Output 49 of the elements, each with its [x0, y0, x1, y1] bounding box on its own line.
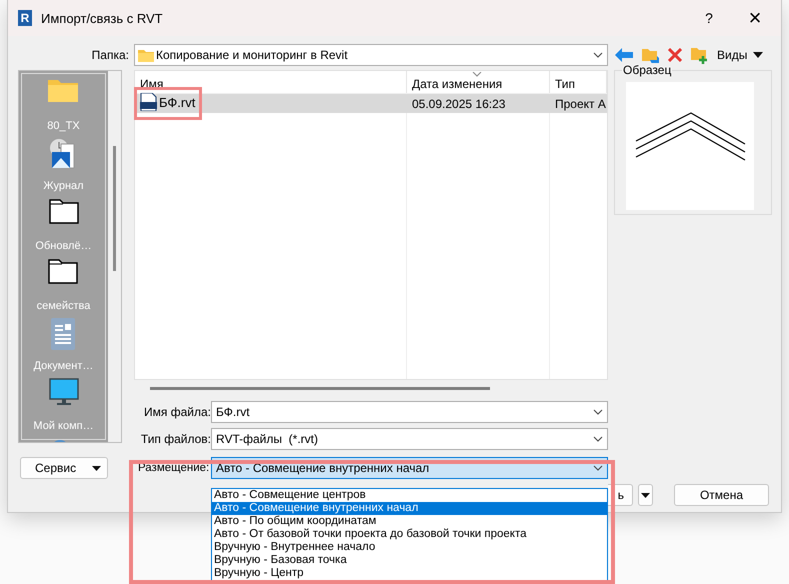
dropdown-option[interactable]: Авто - По общим координатам: [212, 515, 607, 528]
file-row[interactable]: БФ.rvt 05.09.2025 16:23 Проект А: [135, 94, 607, 113]
back-arrow-icon[interactable]: [615, 48, 633, 62]
file-icon: [140, 93, 157, 111]
chevron-down-icon: [593, 409, 603, 415]
file-name-field[interactable]: БФ.rvt: [211, 401, 608, 423]
caret-icon[interactable]: [753, 52, 764, 58]
close-button[interactable]: ×: [732, 0, 778, 36]
monitor-icon[interactable]: [48, 378, 78, 406]
folder-icon[interactable]: [48, 198, 78, 224]
type-cell-text: Проект А: [554, 96, 607, 110]
scrollbar-thumb[interactable]: [113, 146, 116, 271]
help-button[interactable]: ?: [686, 0, 732, 36]
file-type-dropdown[interactable]: RVT-файлы (*.rvt): [211, 428, 608, 450]
folder-up-icon[interactable]: [642, 46, 659, 64]
chevron-down-icon: [593, 436, 603, 442]
document-icon[interactable]: [51, 318, 76, 350]
new-folder-icon[interactable]: [691, 46, 708, 64]
window-title: Импорт/связь с RVT: [41, 10, 163, 26]
dropdown-option[interactable]: Авто - От базовой точки проекта до базовой точки проекта: [212, 528, 607, 541]
date-cell-text: 05.09.2025 16:23: [411, 96, 506, 110]
column-header[interactable]: Дата изменения: [407, 71, 550, 93]
open-options-button[interactable]: [638, 484, 653, 506]
caret-icon: [92, 466, 101, 470]
file-name-cell: БФ.rvt: [140, 93, 196, 111]
scrollbar-thumb[interactable]: [150, 386, 490, 390]
caret-icon: [641, 492, 650, 498]
dropdown-option[interactable]: Вручную - Внутреннее начало: [212, 541, 607, 554]
sort-chevron-icon: [472, 72, 482, 77]
chevron-down-icon: [593, 465, 603, 471]
dropdown-option[interactable]: Вручную - Центр: [212, 567, 607, 580]
dropdown-option[interactable]: Авто - Совмещение центров: [212, 489, 607, 502]
file-type-label: Тип файлов:: [140, 432, 211, 446]
placement-label: Размещение:: [138, 462, 210, 474]
dropdown-option[interactable]: Вручную - Базовая точка: [212, 554, 607, 567]
folder-icon: [138, 48, 154, 62]
folder-dropdown[interactable]: Копирование и мониторинг в Revit: [134, 44, 608, 66]
preview-title: Образец: [622, 63, 672, 77]
chevron-down-icon: [593, 52, 603, 58]
app-logo: R: [18, 10, 32, 26]
cancel-button[interactable]: Отмена: [674, 484, 769, 506]
folder-label: Папка:: [90, 48, 129, 62]
file-name-label: Имя файла:: [143, 405, 211, 419]
service-button[interactable]: Сервис: [20, 457, 108, 479]
dropdown-option[interactable]: Авто - Совмещение внутренних начал: [212, 502, 607, 515]
delete-icon[interactable]: [668, 48, 682, 62]
column-header[interactable]: Тип: [550, 71, 607, 93]
folder-icon[interactable]: [48, 258, 78, 284]
views-menu-button[interactable]: Виды: [717, 48, 748, 62]
